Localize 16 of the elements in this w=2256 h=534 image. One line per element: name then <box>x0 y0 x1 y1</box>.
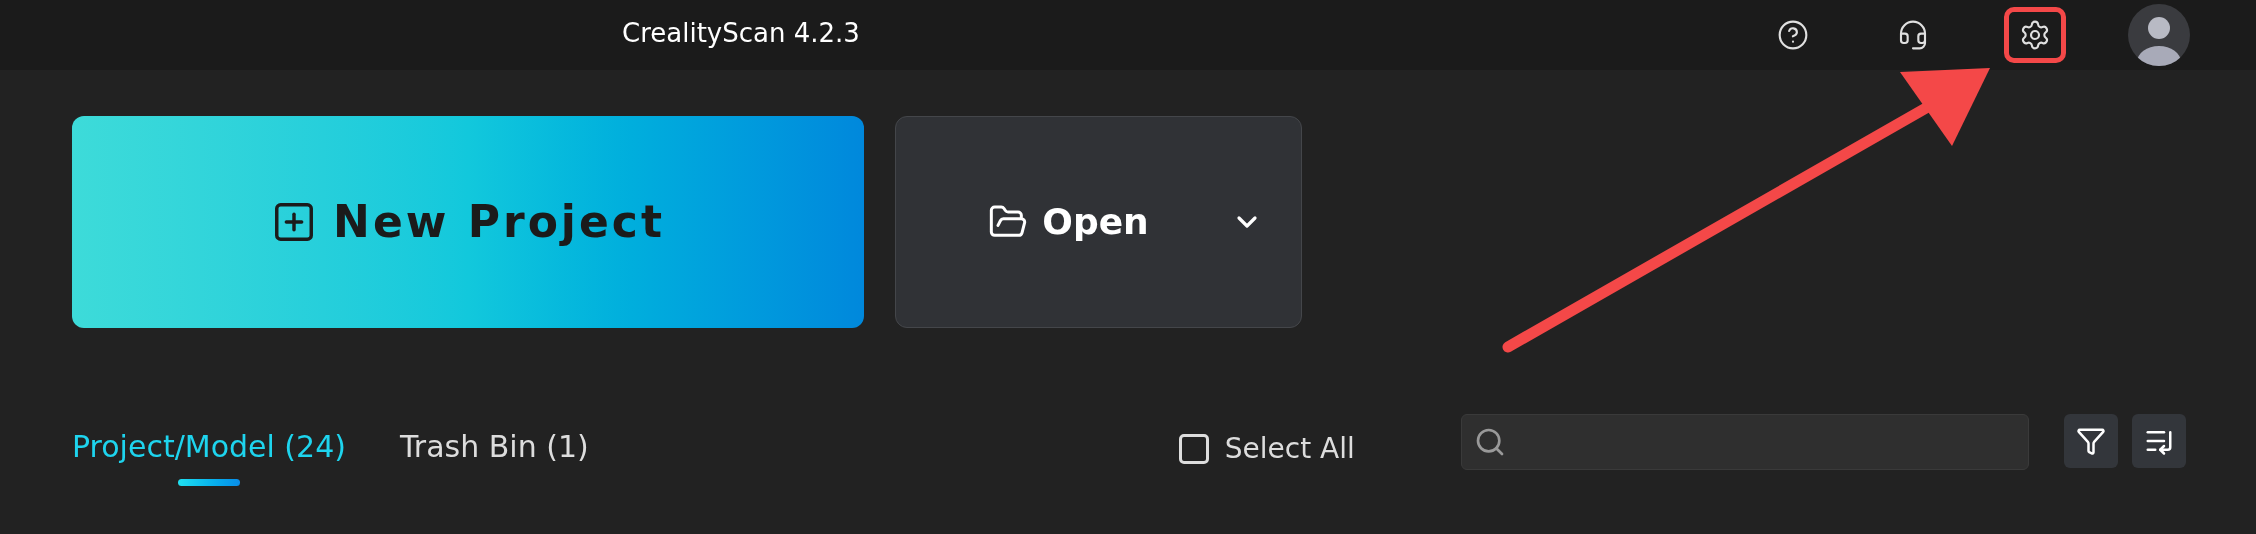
sort-button[interactable] <box>2131 414 2186 468</box>
tab[interactable]: Project/Model (24) <box>72 424 346 486</box>
tab-underline <box>177 479 240 486</box>
window-title: CrealityScan 4.2.3 <box>622 17 860 50</box>
filter-icon <box>2075 426 2106 456</box>
search-field[interactable] <box>1460 414 2029 470</box>
select-all-checkbox[interactable] <box>1178 434 1209 464</box>
settings-button[interactable] <box>2004 7 2066 63</box>
select-all-label: Select All <box>1224 431 1355 467</box>
new-project-button[interactable]: New Project <box>72 116 864 328</box>
filter-button[interactable] <box>2063 414 2118 468</box>
open-button[interactable]: Open <box>895 116 1302 328</box>
help-icon <box>1777 19 1809 51</box>
settings-icon <box>2019 19 2051 51</box>
headset-icon <box>1897 19 1929 51</box>
tab[interactable]: Trash Bin (1) <box>399 424 589 486</box>
